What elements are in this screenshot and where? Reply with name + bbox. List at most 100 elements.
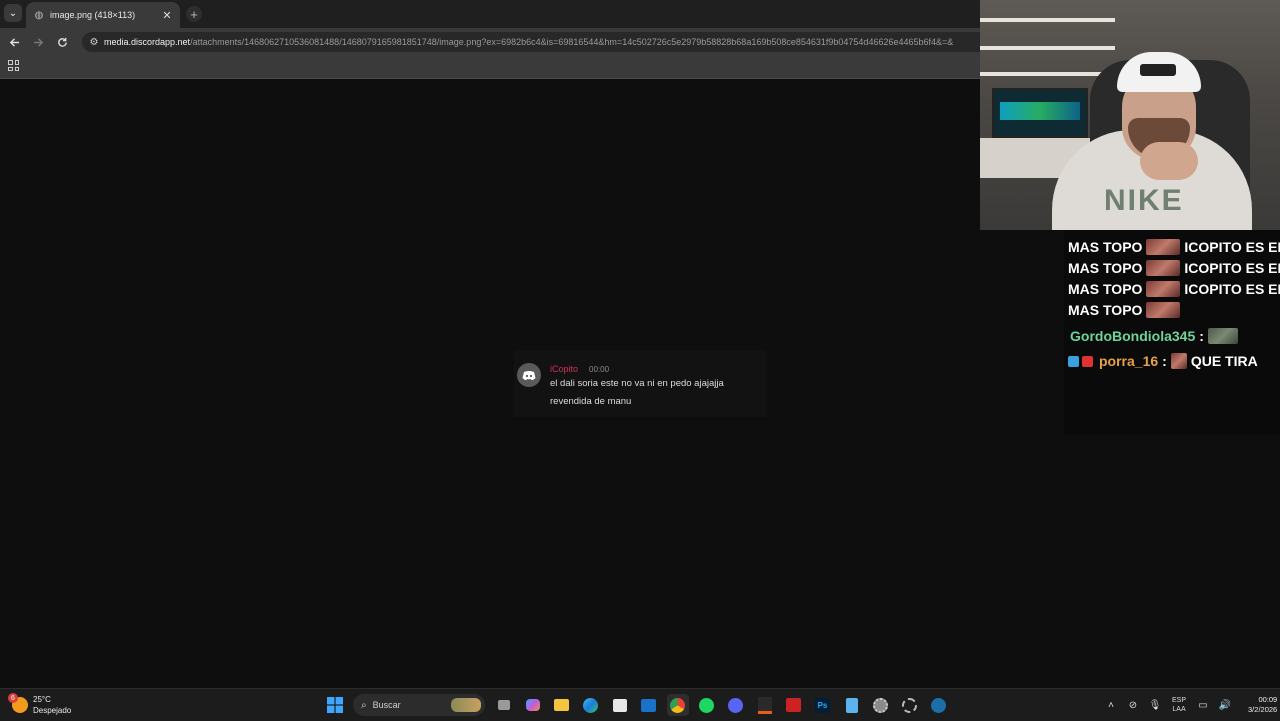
back-button[interactable] <box>6 34 22 50</box>
url-domain: media.discordapp.net <box>104 37 191 47</box>
clock-time: 00:09 <box>1258 695 1278 704</box>
chat-emote <box>1207 328 1238 344</box>
reload-button[interactable] <box>54 34 70 50</box>
outlook-icon[interactable] <box>638 694 660 716</box>
message-username: iCopito <box>550 364 579 374</box>
language-indicator[interactable]: ESP LAA <box>1172 696 1186 714</box>
cam-shelf <box>980 46 1115 50</box>
close-tab-icon[interactable]: ✕ <box>160 9 174 22</box>
task-view-icon[interactable] <box>493 694 515 716</box>
display-icon[interactable]: ▭ <box>1194 700 1212 711</box>
windows-start-icon[interactable] <box>324 694 346 716</box>
avatar <box>517 363 541 387</box>
chat-text: ICOPITO ES EL <box>1184 260 1280 276</box>
tab-bar: ⌄ ◍ image.png (418×113) ✕ + <box>0 0 980 28</box>
browser-toolbar: ⚙ media.discordapp.net/attachments/14680… <box>0 28 980 56</box>
chat-username: GordoBondiola345 <box>1070 328 1196 344</box>
copilot-icon[interactable] <box>522 694 544 716</box>
network-off-icon[interactable]: ⊘ <box>1124 700 1142 711</box>
forward-button[interactable] <box>30 34 46 50</box>
message-timestamp: 00:00 <box>589 365 610 374</box>
apps-grid-icon[interactable] <box>8 60 19 71</box>
edge-icon[interactable] <box>580 694 602 716</box>
chat-text: MAS TOPO <box>1068 302 1143 318</box>
chat-emote <box>1146 239 1181 255</box>
cap-logo <box>1140 64 1176 76</box>
sub-badge-icon <box>1068 355 1079 367</box>
chat-username: porra_16 <box>1099 353 1159 369</box>
chat-message: GordoBondiola345 : <box>1070 326 1242 346</box>
search-label: Buscar <box>372 700 401 710</box>
stream-chat-overlay: MAS TOPO ICOPITO ES EL MAS TOPO ICOPITO … <box>1064 230 1280 435</box>
reload-icon <box>57 37 67 47</box>
notification-badge: 6 <box>8 693 18 703</box>
steam-icon[interactable] <box>928 694 950 716</box>
new-tab-button[interactable]: + <box>186 6 202 22</box>
chat-message: porra_16 : QUE TIRA <box>1068 351 1258 371</box>
tab-image-png[interactable]: ◍ image.png (418×113) ✕ <box>26 2 180 28</box>
taskbar-search[interactable]: ⌕ Buscar <box>353 694 485 716</box>
windows-taskbar: 6 25°C Despejado ⌕ Buscar Ps ˄ ⊘ 🎙 ESP L… <box>0 688 1280 721</box>
bookmarks-bar <box>0 56 980 79</box>
weather-desc: Despejado <box>33 706 72 715</box>
system-tray: ˄ ⊘ 🎙 ESP LAA ▭ 🔊 00:09 3/2/2026 <box>1100 693 1277 717</box>
language-code: ESP <box>1172 697 1187 704</box>
chat-text: MAS TOPO <box>1068 281 1143 297</box>
file-explorer-icon[interactable] <box>551 694 573 716</box>
weather-temp: 25°C <box>33 695 51 704</box>
arrow-right-icon <box>33 37 43 47</box>
chrome-icon[interactable] <box>666 694 689 716</box>
shirt-text: NIKE <box>1104 184 1184 217</box>
chat-line: MAS TOPO ICOPITO ES EL <box>1068 237 1280 257</box>
photoshop-icon[interactable]: Ps <box>812 694 834 716</box>
chat-text: ICOPITO ES EL <box>1184 239 1280 255</box>
store-icon[interactable] <box>609 694 631 716</box>
chat-text: MAS TOPO <box>1068 260 1143 276</box>
ban-badge-icon <box>1082 355 1093 367</box>
spotify-icon[interactable] <box>696 694 718 716</box>
weather-widget[interactable]: 6 25°C Despejado <box>8 693 72 717</box>
sun-icon: 6 <box>8 693 28 713</box>
chevron-up-icon[interactable]: ˄ <box>1102 700 1120 711</box>
app-icon-2[interactable] <box>783 694 805 716</box>
chat-line: MAS TOPO ICOPITO ES EL <box>1068 258 1280 278</box>
chat-line: MAS TOPO ICOPITO ES EL <box>1068 279 1280 299</box>
cam-shelf <box>980 18 1115 22</box>
site-info-icon[interactable]: ⚙ <box>86 37 102 48</box>
tab-title: image.png (418×113) <box>50 10 136 20</box>
search-icon: ⌕ <box>361 699 367 711</box>
notepad-icon[interactable] <box>841 694 863 716</box>
chat-emote <box>1146 260 1181 276</box>
chat-text: QUE TIRA <box>1190 353 1258 369</box>
message-text-line-1: el dali soria este no va ni en pedo ajaj… <box>550 378 724 389</box>
clock[interactable]: 00:09 3/2/2026 <box>1248 695 1277 715</box>
chat-emote <box>1170 353 1187 369</box>
tab-search-button[interactable]: ⌄ <box>4 4 22 22</box>
discord-message-image: iCopito 00:00 el dali soria este no va n… <box>514 350 766 417</box>
clock-date: 3/2/2026 <box>1248 705 1278 714</box>
message-text-line-2: revendida de manu <box>550 396 632 407</box>
address-bar[interactable]: ⚙ media.discordapp.net/attachments/14680… <box>82 32 980 52</box>
chat-separator: : <box>1162 353 1167 369</box>
volume-icon[interactable]: 🔊 <box>1216 700 1234 711</box>
settings-icon[interactable] <box>870 694 892 716</box>
microphone-icon[interactable]: 🎙 <box>1146 700 1164 711</box>
keyboard-layout: LAA <box>1172 706 1186 713</box>
chat-text: ICOPITO ES EL <box>1184 281 1280 297</box>
cam-person-hands <box>1140 142 1198 180</box>
cam-shelf <box>980 72 1115 76</box>
search-highlight-icon <box>451 698 481 712</box>
discord-logo-icon <box>522 370 536 380</box>
chat-text: MAS TOPO <box>1068 239 1143 255</box>
plus-icon: + <box>190 6 198 22</box>
url-path: /attachments/1468062710536081488/1468079… <box>190 37 954 47</box>
cam-monitor <box>992 88 1088 138</box>
discord-icon[interactable] <box>725 694 747 716</box>
chat-emote <box>1146 281 1181 297</box>
chat-separator: : <box>1199 328 1204 344</box>
app-icon-3[interactable] <box>899 694 921 716</box>
webcam-overlay: NIKE <box>980 0 1280 230</box>
chat-emote <box>1146 302 1181 318</box>
chat-line: MAS TOPO <box>1068 300 1184 320</box>
app-icon[interactable] <box>754 694 776 716</box>
